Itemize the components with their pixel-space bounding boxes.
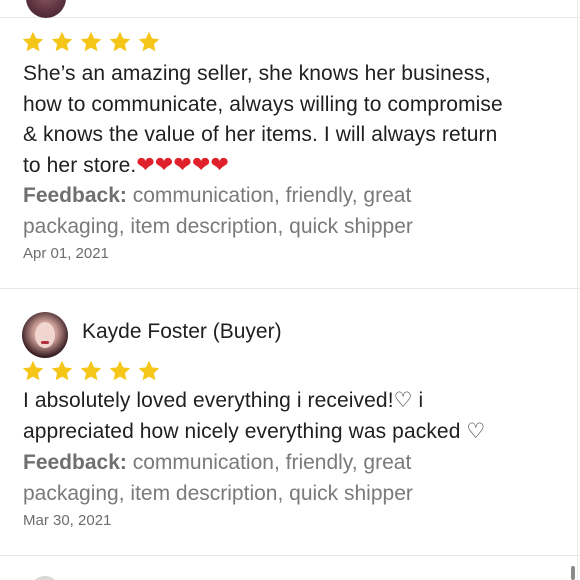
review-text-line: how to communicate, always willing to co… [23, 92, 503, 116]
star-icon [79, 359, 103, 383]
reviews-page: She’s an amazing seller, she knows her b… [0, 0, 580, 580]
star-icon [137, 359, 161, 383]
avatar[interactable] [26, 0, 66, 18]
star-icon [21, 30, 45, 54]
feedback-label: Feedback: [23, 184, 127, 207]
review-date: Mar 30, 2021 [23, 512, 112, 529]
feedback: Feedback: communication, friendly, great… [23, 181, 568, 242]
feedback-line: packaging, item description, quick shipp… [23, 481, 413, 505]
avatar-lips [41, 341, 49, 344]
star-icon [137, 30, 161, 54]
star-icon [79, 30, 103, 54]
star-icon [108, 30, 132, 54]
feedback: Feedback: communication, friendly, great… [23, 448, 568, 509]
rating-stars [21, 30, 161, 56]
feedback-tags: communication, friendly, great [132, 451, 412, 474]
page-edge [577, 0, 578, 580]
feedback-line: packaging, item description, quick shipp… [23, 214, 413, 238]
star-icon [50, 30, 74, 54]
scrollbar[interactable] [571, 566, 575, 580]
review-text: I absolutely loved everything i received… [23, 386, 568, 447]
feedback-line: Feedback: communication, friendly, great [23, 448, 568, 479]
divider [0, 555, 580, 556]
review-text-line: & knows the value of her items. I will a… [23, 123, 498, 146]
avatar-face [35, 322, 55, 348]
review-text-line: I absolutely loved everything i received… [23, 389, 424, 412]
review-text-line: She’s an amazing seller, she knows her b… [23, 62, 491, 85]
feedback-tags: communication, friendly, great [132, 184, 412, 207]
star-icon [21, 359, 45, 383]
review-text: She’s an amazing seller, she knows her b… [23, 59, 568, 181]
review-date: Apr 01, 2021 [23, 245, 109, 262]
review-text-line: appreciated how nicely everything was pa… [23, 419, 486, 443]
avatar[interactable] [22, 312, 68, 358]
avatar[interactable] [30, 576, 60, 580]
review-text-end: to her store. [23, 153, 137, 177]
star-icon [50, 359, 74, 383]
feedback-line: Feedback: communication, friendly, great [23, 181, 568, 212]
rating-stars [21, 359, 161, 385]
star-icon [108, 359, 132, 383]
review-text-line: to her store.❤❤❤❤❤ [23, 151, 568, 182]
divider [0, 288, 580, 289]
feedback-label: Feedback: [23, 451, 127, 474]
reviewer-name[interactable]: Kayde Foster (Buyer) [82, 320, 282, 344]
heart-icons: ❤❤❤❤❤ [136, 152, 230, 178]
divider [0, 17, 580, 18]
